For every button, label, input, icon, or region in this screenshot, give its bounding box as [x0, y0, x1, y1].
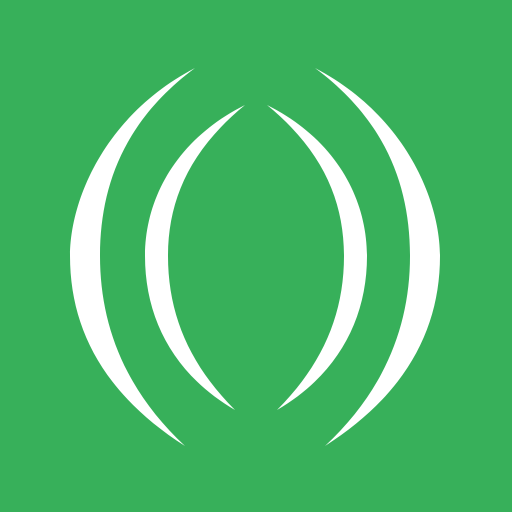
nested-arcs-logo-icon: [0, 0, 512, 512]
logo-canvas: [0, 0, 512, 512]
